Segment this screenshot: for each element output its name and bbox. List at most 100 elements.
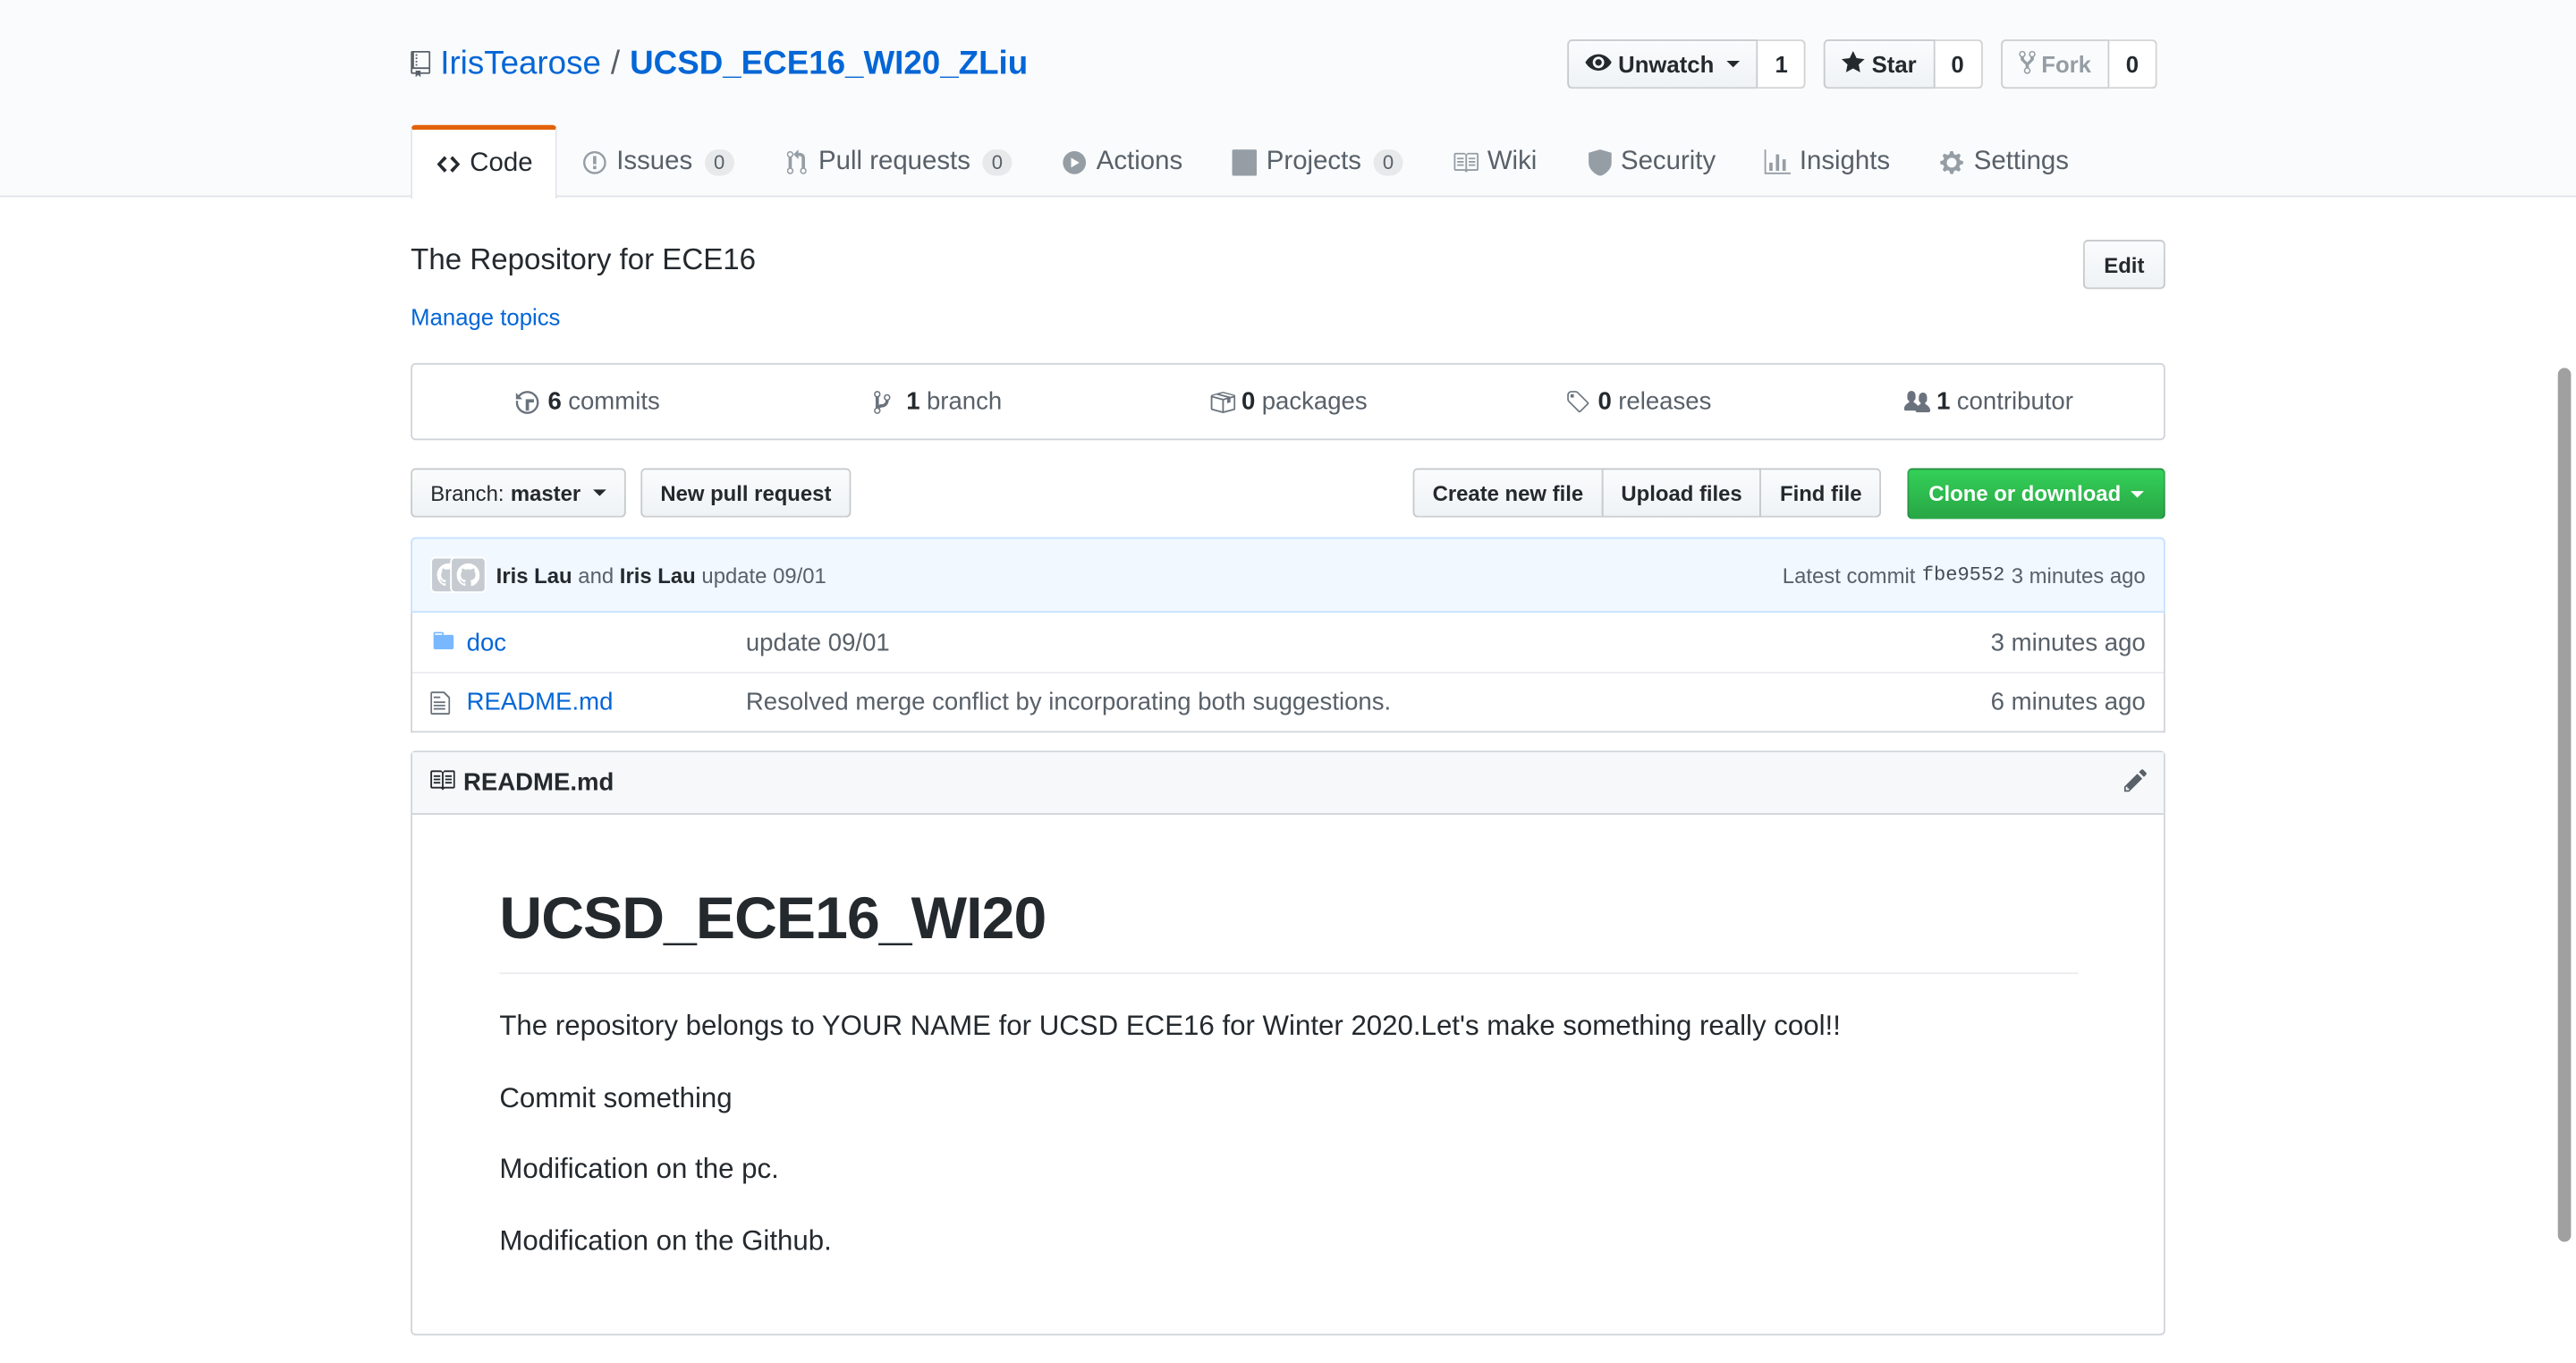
page: IrisTearose / UCSD_ECE16_WI20_ZLiu Unwat… — [0, 0, 2576, 1363]
graph-icon — [1765, 148, 1792, 174]
commit-and: and — [578, 563, 614, 588]
play-icon — [1062, 148, 1088, 174]
file-commit-message[interactable]: Resolved merge conflict by incorporating… — [746, 689, 1991, 716]
repo-name-link[interactable]: UCSD_ECE16_WI20_ZLiu — [630, 46, 1028, 83]
tab-settings[interactable]: Settings — [1915, 125, 2094, 198]
commit-sha[interactable]: fbe9552 — [1922, 563, 2005, 587]
tab-wiki[interactable]: Wiki — [1428, 125, 1562, 198]
releases-count: 0 — [1597, 387, 1612, 416]
commit-author-2[interactable]: Iris Lau — [620, 563, 696, 588]
watch-count[interactable]: 1 — [1758, 39, 1807, 89]
commits-link[interactable]: 6 commits — [412, 387, 763, 416]
repo-separator: / — [610, 45, 621, 81]
unwatch-button[interactable]: Unwatch — [1567, 39, 1758, 89]
code-icon — [436, 151, 462, 177]
git-branch-icon — [873, 388, 900, 414]
readme-paragraph: Modification on the pc. — [499, 1153, 779, 1185]
page-scrollbar[interactable] — [2557, 368, 2572, 1242]
pull-request-icon — [784, 148, 809, 174]
file-actions-group: Create new file Upload files Find file — [1412, 468, 1882, 518]
avatar[interactable] — [450, 556, 487, 594]
clone-or-download-button[interactable]: Clone or download — [1907, 468, 2165, 520]
fork-label: Fork — [2041, 50, 2091, 78]
releases-link[interactable]: 0 releases — [1463, 387, 1814, 416]
tab-actions-label: Actions — [1096, 147, 1183, 175]
branch-name: master — [510, 480, 581, 505]
tab-security[interactable]: Security — [1562, 125, 1741, 198]
branch-count: 1 — [906, 387, 920, 416]
file-name[interactable]: doc — [467, 629, 746, 656]
tab-code-label: Code — [470, 149, 533, 178]
issue-icon — [582, 148, 608, 174]
manage-topics-link[interactable]: Manage topics — [411, 304, 560, 330]
commit-avatars — [430, 556, 487, 594]
folder-icon — [430, 629, 456, 655]
tab-pull-requests-label: Pull requests — [818, 147, 970, 175]
fork-button[interactable]: Fork — [2000, 39, 2110, 89]
readme-filename: README.md — [462, 768, 614, 797]
star-label: Star — [1871, 50, 1917, 78]
repo-owner-link[interactable]: IrisTearose — [440, 46, 601, 83]
history-icon — [514, 388, 541, 414]
tab-pull-requests[interactable]: Pull requests 0 — [759, 125, 1038, 198]
commit-author-1[interactable]: Iris Lau — [496, 563, 572, 588]
tab-issues[interactable]: Issues 0 — [557, 125, 759, 198]
star-group: Star 0 — [1824, 39, 1983, 89]
list-item: doc update 09/01 3 minutes ago — [412, 613, 2164, 672]
repo-title: IrisTearose / UCSD_ECE16_WI20_ZLiu — [411, 39, 1028, 89]
contributor-label: contributor — [1956, 387, 2073, 416]
contributors-link[interactable]: 1 contributor — [1813, 387, 2164, 416]
issues-counter: 0 — [704, 148, 735, 175]
star-count[interactable]: 0 — [1934, 39, 1983, 89]
branch-select-button[interactable]: Branch: master — [411, 468, 627, 518]
packages-link[interactable]: 0 packages — [1113, 387, 1463, 416]
tab-issues-label: Issues — [616, 147, 693, 175]
readme-heading: UCSD_ECE16_WI20 — [499, 884, 2079, 975]
new-pull-request-button[interactable]: New pull request — [640, 468, 852, 518]
file-navigation: Branch: master New pull request Create n… — [411, 468, 2165, 520]
repo-description: The Repository for ECE16 — [411, 242, 757, 276]
eye-icon — [1585, 48, 1612, 80]
tab-projects-label: Projects — [1266, 147, 1361, 175]
project-icon — [1232, 148, 1258, 175]
commits-label: commits — [568, 387, 660, 416]
branch-label: branch — [926, 387, 1003, 416]
commit-message[interactable]: update 09/01 — [701, 563, 826, 588]
tag-icon — [1565, 388, 1591, 414]
tab-code[interactable]: Code — [411, 124, 558, 199]
create-new-file-button[interactable]: Create new file — [1412, 468, 1604, 518]
file-commit-message[interactable]: update 09/01 — [746, 629, 1991, 656]
pencil-icon[interactable] — [2123, 766, 2148, 800]
chevron-down-icon — [593, 489, 607, 496]
chevron-down-icon — [2131, 490, 2144, 497]
star-button[interactable]: Star — [1824, 39, 1935, 89]
tab-insights-label: Insights — [1799, 147, 1891, 175]
readme-content: UCSD_ECE16_WI20 The repository belongs t… — [412, 815, 2164, 1261]
list-item: README.md Resolved merge conflict by inc… — [412, 672, 2164, 731]
branch-link[interactable]: 1 branch — [763, 387, 1114, 416]
unwatch-label: Unwatch — [1618, 50, 1715, 78]
file-age: 3 minutes ago — [1990, 628, 2146, 656]
chevron-down-icon — [1727, 60, 1741, 68]
tab-actions[interactable]: Actions — [1038, 125, 1208, 198]
shield-icon — [1586, 148, 1612, 175]
readme-paragraph: The repository belongs to YOUR NAME for … — [499, 1010, 1841, 1042]
fork-count[interactable]: 0 — [2109, 39, 2157, 89]
edit-button[interactable]: Edit — [2082, 240, 2165, 290]
commit-tease: Iris Lau and Iris Lau update 09/01 Lates… — [411, 537, 2165, 614]
readme-header: README.md — [412, 752, 2164, 816]
file-list: doc update 09/01 3 minutes ago README.md… — [411, 613, 2165, 733]
file-age: 6 minutes ago — [1990, 688, 2146, 716]
latest-commit-label: Latest commit — [1782, 563, 1916, 588]
tab-wiki-label: Wiki — [1487, 147, 1538, 175]
file-name[interactable]: README.md — [467, 689, 746, 716]
tab-insights[interactable]: Insights — [1741, 125, 1915, 198]
tab-security-label: Security — [1620, 147, 1716, 175]
tab-projects[interactable]: Projects 0 — [1208, 125, 1428, 198]
pull-requests-counter: 0 — [981, 148, 1013, 175]
watch-group: Unwatch 1 — [1567, 39, 1807, 89]
find-file-button[interactable]: Find file — [1759, 468, 1882, 518]
book-icon — [428, 766, 455, 800]
repo-actions: Unwatch 1 Star 0 Fork 0 — [1567, 39, 2157, 89]
upload-files-button[interactable]: Upload files — [1601, 468, 1762, 518]
